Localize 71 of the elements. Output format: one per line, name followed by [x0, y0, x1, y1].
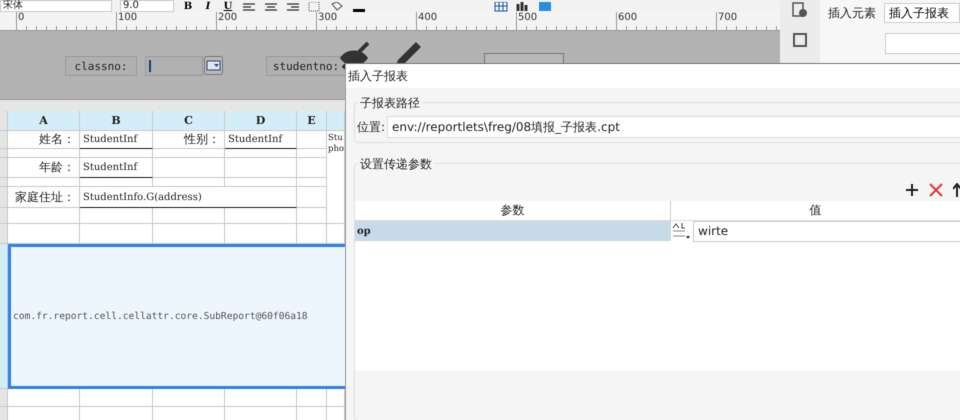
table-cell — [225, 208, 297, 224]
column-header[interactable]: A — [8, 111, 80, 131]
ruler-label: 600 — [616, 12, 716, 26]
group-title: 子报表路径 — [358, 95, 422, 112]
table-cell — [225, 158, 297, 178]
column-header[interactable]: C — [153, 111, 225, 131]
text-type-icon[interactable] — [671, 222, 691, 240]
location-label: 位置: — [357, 118, 386, 136]
format-button[interactable]: B — [182, 2, 194, 12]
fill-icon[interactable] — [330, 2, 344, 12]
parameter-value-field[interactable]: wirte — [693, 220, 960, 242]
parameter-label: classno: — [65, 56, 137, 76]
data-field-cell[interactable]: StudentInfo.G(address) — [80, 187, 297, 208]
delete-icon[interactable] — [929, 183, 943, 197]
element-dropdown[interactable]: 插入子报表 — [884, 3, 960, 23]
input-field[interactable] — [885, 33, 960, 54]
corner-header — [0, 111, 8, 131]
group-title: 设置传递参数 — [358, 156, 434, 173]
dialog-title: 插入子报表 — [346, 64, 960, 88]
ruler-label: 500 — [516, 12, 616, 26]
ruler-label: 0 — [16, 12, 116, 26]
ruler-label: 100 — [116, 12, 216, 26]
label-cell: 姓名： — [8, 131, 80, 149]
table-cell — [225, 178, 297, 187]
table-cell — [297, 178, 327, 187]
chart-icon[interactable] — [516, 2, 530, 12]
location-field[interactable]: env://reportlets\freg/08填报_子报表.cpt — [387, 116, 960, 138]
column-header[interactable]: D — [225, 111, 297, 131]
table-cell — [8, 178, 80, 187]
table-cell — [153, 208, 225, 224]
data-field-cell[interactable]: StudentInf — [80, 158, 153, 178]
insert-element-label: 插入元素 — [828, 4, 876, 22]
format-button[interactable]: U — [222, 2, 234, 12]
cell-text: Stu — [328, 133, 343, 144]
dropdown-icon[interactable] — [204, 56, 223, 75]
data-field-cell[interactable]: StudentInf — [225, 131, 297, 149]
label-cell: 家庭住址： — [8, 187, 80, 208]
ruler-label: 300 — [316, 12, 416, 26]
label-cell: 性别： — [153, 131, 225, 149]
column-header[interactable]: E — [297, 111, 327, 131]
image-icon[interactable] — [538, 2, 552, 12]
table-cell — [297, 187, 327, 208]
move-up-icon[interactable] — [953, 183, 960, 197]
ruler-label: 400 — [416, 12, 516, 26]
align-icon[interactable] — [264, 2, 278, 12]
grid-icon[interactable] — [494, 2, 508, 12]
table-cell — [153, 178, 225, 187]
border-icon[interactable] — [308, 2, 322, 12]
table-cell — [153, 158, 225, 178]
align-icon[interactable] — [286, 2, 300, 12]
label-cell: 年龄： — [8, 158, 80, 178]
table-cell — [297, 158, 327, 178]
data-field-cell[interactable]: StudentInf — [80, 131, 153, 149]
parameter-label: studentno: — [266, 56, 346, 76]
table-cell — [153, 149, 225, 158]
ruler-label: 200 — [216, 12, 316, 26]
table-cell — [297, 131, 327, 149]
cell-text: pho — [328, 144, 344, 155]
align-icon[interactable] — [242, 2, 256, 12]
column-header[interactable]: B — [80, 111, 153, 131]
table-cell — [8, 149, 80, 158]
font-size-dropdown[interactable]: 9.0 — [120, 0, 174, 12]
table-cell — [297, 208, 327, 224]
format-button[interactable]: I — [202, 2, 214, 12]
table-cell — [8, 208, 80, 224]
table-cell — [297, 149, 327, 158]
square-icon[interactable] — [792, 32, 808, 48]
parameter-input[interactable] — [145, 56, 203, 76]
table-cell — [225, 149, 297, 158]
add-icon[interactable] — [905, 183, 919, 197]
parameter-name-cell[interactable]: op — [355, 221, 671, 241]
